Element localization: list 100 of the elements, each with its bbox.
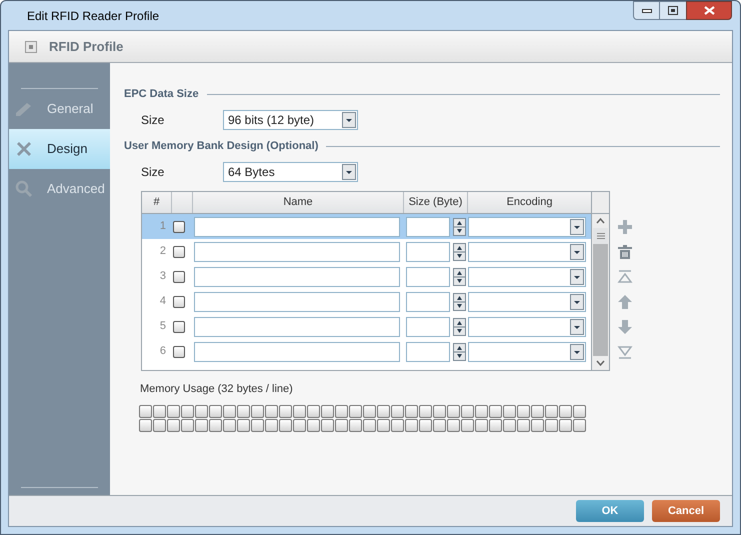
memory-cell (321, 404, 334, 418)
trash-icon[interactable] (617, 244, 633, 260)
name-field[interactable] (194, 342, 400, 362)
row-checkbox[interactable] (173, 220, 185, 232)
caret-icon (570, 318, 584, 334)
cancel-button[interactable]: Cancel (652, 500, 720, 522)
memory-cell (335, 418, 348, 432)
row-checkbox[interactable] (173, 246, 185, 258)
memory-cell (139, 404, 152, 418)
size-label: Size (141, 112, 166, 129)
memory-cell (251, 418, 264, 432)
memory-cell (153, 418, 166, 432)
ok-button[interactable]: OK (576, 500, 644, 522)
spinner-icon[interactable] (453, 268, 466, 286)
arrow-down-icon[interactable] (617, 319, 633, 335)
memory-cell (447, 404, 460, 418)
memory-cell (363, 404, 376, 418)
row-checkbox[interactable] (173, 346, 185, 358)
memory-cell (419, 404, 432, 418)
name-field[interactable] (194, 292, 400, 312)
caret-icon (342, 164, 356, 180)
memory-cell (391, 404, 404, 418)
row-checkbox[interactable] (173, 270, 185, 282)
memory-cell (545, 418, 558, 432)
memory-cell (209, 418, 222, 432)
size-field[interactable] (406, 292, 450, 312)
memory-cell (349, 404, 362, 418)
memory-cell (167, 404, 180, 418)
memory-cell (503, 418, 516, 432)
spinner-icon[interactable] (453, 318, 466, 336)
size-field[interactable] (406, 266, 450, 286)
memory-cell (209, 404, 222, 418)
memory-cell (433, 404, 446, 418)
memory-cell (517, 418, 530, 432)
memory-cell (559, 404, 572, 418)
caret-icon (570, 294, 584, 310)
move-top-icon[interactable] (617, 269, 633, 285)
sidebar-item[interactable]: Advanced (9, 169, 110, 209)
epc-size-select[interactable]: 96 bits (12 byte) (223, 110, 358, 130)
memory-cell (279, 404, 292, 418)
row-number: 5 (158, 319, 166, 334)
memory-cell (139, 418, 152, 432)
memory-cell (195, 404, 208, 418)
minimize-button[interactable] (633, 1, 660, 20)
close-button[interactable] (686, 1, 732, 20)
move-bottom-icon[interactable] (617, 344, 633, 360)
memory-cell (461, 404, 474, 418)
row-checkbox[interactable] (173, 296, 185, 308)
spinner-icon[interactable] (453, 242, 466, 260)
memory-cell (419, 418, 432, 432)
table-row[interactable]: 1 (142, 214, 591, 239)
maximize-icon (668, 6, 678, 15)
size-field[interactable] (406, 216, 450, 236)
memory-cell (377, 404, 390, 418)
row-checkbox[interactable] (173, 320, 185, 332)
memory-cell (447, 418, 460, 432)
size-field[interactable] (406, 316, 450, 336)
chip-icon (25, 40, 37, 52)
arrow-up-icon[interactable] (617, 294, 633, 310)
name-field[interactable] (194, 266, 400, 286)
memory-cell (573, 404, 586, 418)
memory-cell (265, 418, 278, 432)
memory-cell (279, 418, 292, 432)
caret-icon (570, 218, 584, 234)
memory-cell (377, 418, 390, 432)
memory-size-select[interactable]: 64 Bytes (223, 162, 358, 182)
row-number: 3 (158, 269, 166, 284)
memory-cell (517, 404, 530, 418)
name-field[interactable] (194, 316, 400, 336)
spinner-icon[interactable] (453, 218, 466, 236)
memory-cell (461, 418, 474, 432)
size-field[interactable] (406, 342, 450, 362)
sidebar-item[interactable]: General (9, 89, 110, 129)
name-field[interactable] (194, 216, 400, 236)
memory-cell (503, 404, 516, 418)
memory-cell (167, 418, 180, 432)
sidebar-item[interactable]: Design (9, 129, 110, 169)
header-title: RFID Profile (49, 38, 124, 56)
caret-icon (570, 268, 584, 284)
spinner-icon[interactable] (453, 342, 466, 360)
memory-cell (307, 418, 320, 432)
spinner-icon[interactable] (453, 292, 466, 310)
section-title: User Memory Bank Design (Optional) (124, 138, 318, 154)
window-title: Edit RFID Reader Profile (27, 8, 160, 24)
scrollbar[interactable] (591, 192, 609, 370)
size-field[interactable] (406, 242, 450, 262)
size-label: Size (141, 164, 166, 181)
memory-cell (251, 404, 264, 418)
add-icon[interactable] (617, 219, 633, 235)
memory-cell (223, 404, 236, 418)
memory-cell (321, 418, 334, 432)
name-field[interactable] (194, 242, 400, 262)
memory-usage-label: Memory Usage (32 bytes / line) (140, 382, 294, 397)
column-header: Name (193, 192, 404, 213)
maximize-button[interactable] (660, 1, 686, 20)
caret-icon (570, 344, 584, 360)
column-header: Size (Byte) (404, 192, 468, 213)
memory-cell (545, 404, 558, 418)
column-header: # (142, 192, 172, 213)
memory-cell (181, 418, 194, 432)
